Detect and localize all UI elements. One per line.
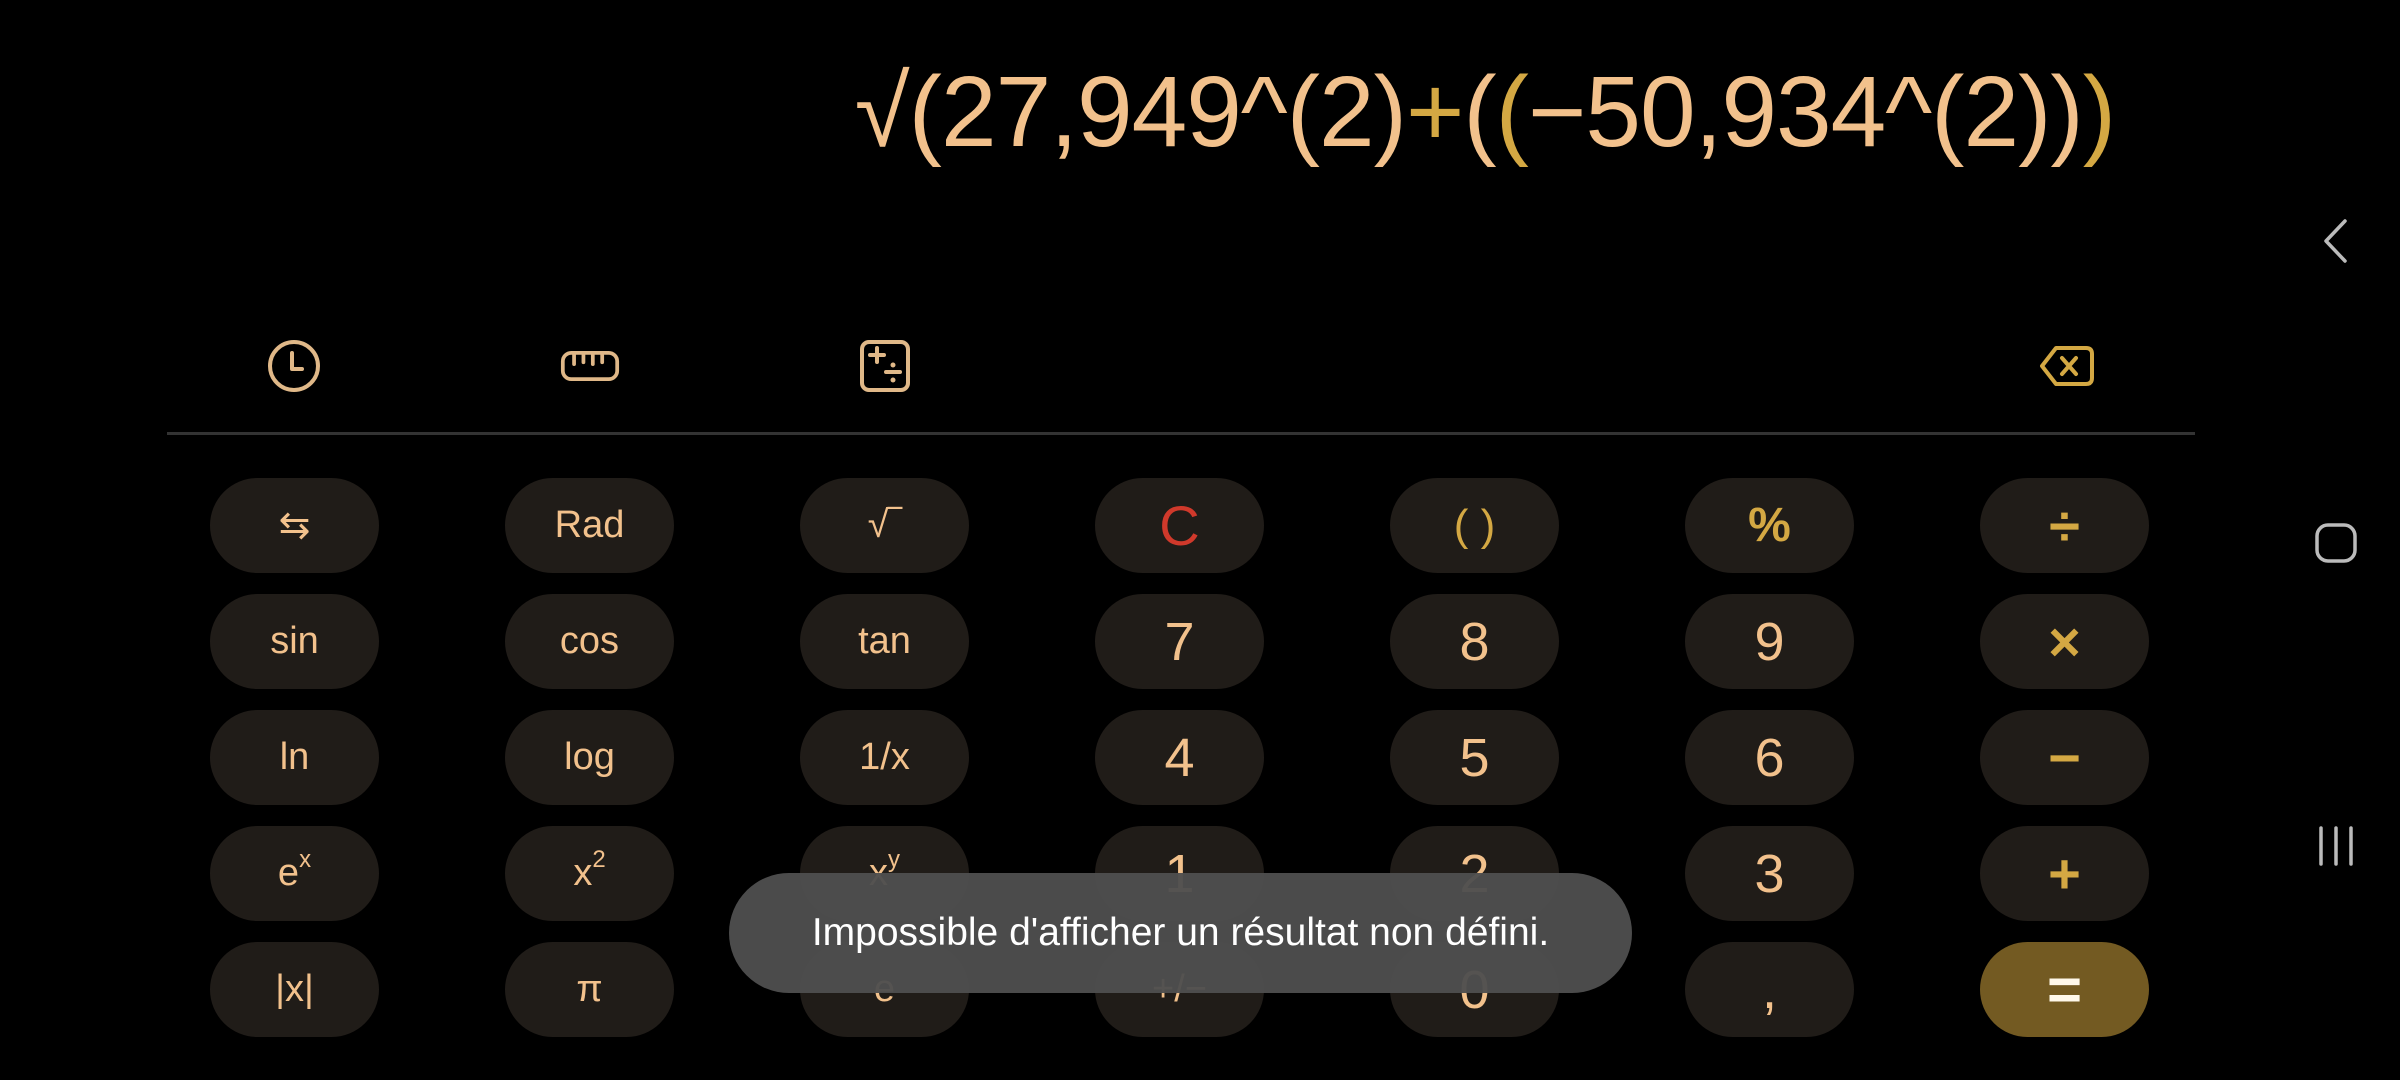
key-label: ⇆ (278, 505, 311, 547)
key-label: |x| (275, 968, 314, 1010)
key-label: ( ) (1453, 500, 1496, 550)
key-label: = (2046, 956, 2083, 1023)
key-superscript: x (299, 845, 312, 873)
exp-button[interactable]: ex (210, 826, 379, 921)
expression-part: ) (2082, 56, 2116, 168)
digit-9-button[interactable]: 9 (1685, 594, 1854, 689)
key-superscript: y (888, 845, 900, 873)
square-button[interactable]: x2 (505, 826, 674, 921)
key-label: tan (858, 620, 911, 662)
abs-button[interactable]: |x| (210, 942, 379, 1037)
unit-converter-button[interactable] (560, 336, 620, 396)
key-label: % (1748, 499, 1791, 552)
reciprocal-button[interactable]: 1/x (800, 710, 969, 805)
calculator-functions-icon (860, 340, 910, 392)
backspace-button[interactable] (2037, 336, 2097, 396)
back-icon (2324, 219, 2347, 263)
key-label: 5 (1459, 727, 1490, 788)
key-label: + (2048, 842, 2081, 905)
parentheses-button[interactable]: ( ) (1390, 478, 1559, 573)
expression-part: + (1405, 56, 1464, 168)
toolbar-divider (167, 432, 2195, 435)
home-icon (2315, 523, 2357, 563)
add-button[interactable]: + (1980, 826, 2149, 921)
error-toast: Impossible d'afficher un résultat non dé… (729, 873, 1632, 993)
multiply-button[interactable]: × (1980, 594, 2149, 689)
percent-button[interactable]: % (1685, 478, 1854, 573)
key-label: e (277, 852, 300, 894)
key-label: × (2048, 610, 2081, 673)
key-label: 4 (1164, 727, 1195, 788)
key-label: x (573, 852, 593, 894)
sin-button[interactable]: sin (210, 594, 379, 689)
key-label: ln (279, 736, 310, 778)
expression-part: ( (1463, 56, 1496, 168)
key-label: π (576, 968, 603, 1010)
key-label: 8 (1459, 611, 1490, 672)
decimal-button[interactable]: , (1685, 942, 1854, 1037)
digit-4-button[interactable]: 4 (1095, 710, 1264, 805)
subtract-button[interactable]: − (1980, 710, 2149, 805)
history-button[interactable] (264, 336, 324, 396)
nav-recents-button[interactable] (2306, 816, 2366, 876)
expression-display[interactable]: √(27,949^(2)+((−50,934^(2))) (854, 52, 2116, 172)
clock-icon (268, 340, 320, 392)
key-label: √‾ (867, 504, 902, 546)
key-label: 1/x (859, 736, 910, 778)
clear-button[interactable]: C (1095, 478, 1264, 573)
tan-button[interactable]: tan (800, 594, 969, 689)
key-superscript: 2 (592, 845, 606, 873)
recents-icon (2319, 826, 2353, 866)
key-label: 7 (1164, 611, 1195, 672)
rad-button[interactable]: Rad (505, 478, 674, 573)
divide-button[interactable]: ÷ (1980, 478, 2149, 573)
key-label: sin (270, 620, 319, 662)
digit-5-button[interactable]: 5 (1390, 710, 1559, 805)
key-label: Rad (554, 504, 625, 546)
digit-6-button[interactable]: 6 (1685, 710, 1854, 805)
log-button[interactable]: log (505, 710, 674, 805)
digit-8-button[interactable]: 8 (1390, 594, 1559, 689)
key-label: , (1761, 959, 1777, 1020)
key-label: ÷ (2049, 494, 2080, 557)
key-label: 6 (1754, 727, 1785, 788)
ruler-icon (560, 351, 620, 381)
expression-part: ( (1495, 56, 1529, 168)
equals-button[interactable]: = (1980, 942, 2149, 1037)
key-label: 9 (1754, 611, 1785, 672)
ln-button[interactable]: ln (210, 710, 379, 805)
pi-button[interactable]: π (505, 942, 674, 1037)
nav-home-button[interactable] (2306, 513, 2366, 573)
toggle-functions-button[interactable]: ⇆ (210, 478, 379, 573)
sqrt-button[interactable]: √‾ (800, 478, 969, 573)
toast-message: Impossible d'afficher un résultat non dé… (811, 911, 1550, 954)
expression-part: −50,934^(2)) (1527, 56, 2084, 168)
digit-7-button[interactable]: 7 (1095, 594, 1264, 689)
cos-button[interactable]: cos (505, 594, 674, 689)
expression-part: √(27,949^(2) (854, 56, 1407, 168)
key-label: 3 (1754, 843, 1785, 904)
key-label: log (564, 736, 615, 778)
digit-3-button[interactable]: 3 (1685, 826, 1854, 921)
key-label: cos (559, 620, 620, 662)
key-label: C (1159, 494, 1200, 557)
scientific-mode-button[interactable] (855, 336, 915, 396)
nav-back-button[interactable] (2306, 211, 2366, 271)
key-label: − (2048, 726, 2081, 789)
backspace-icon (2040, 346, 2094, 386)
